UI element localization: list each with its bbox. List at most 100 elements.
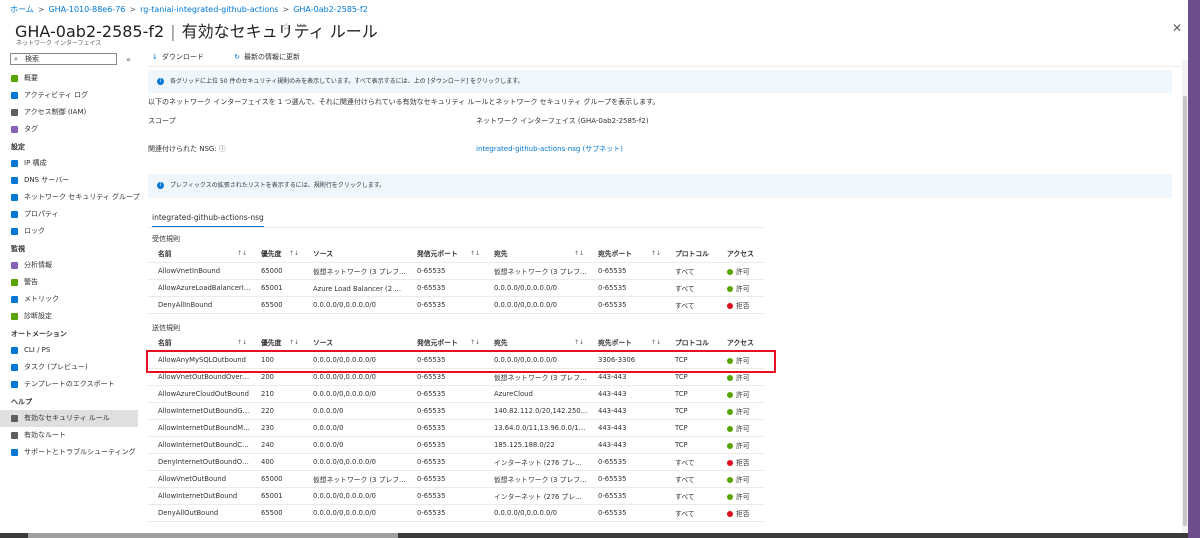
column-header[interactable]: 宛先ポート ↑↓ <box>588 334 665 352</box>
sidebar-item[interactable]: IP 構成 <box>0 155 138 172</box>
table-row[interactable]: AllowInternetOutBoundMicr... 230 0.0.0.0/0… <box>148 419 764 437</box>
scrollbar-thumb[interactable] <box>1183 96 1187 526</box>
column-header[interactable]: 名前 ↑↓ <box>148 245 251 263</box>
table-row[interactable]: DenyInternetOutBoundOve... 400 0.0.0.0/0,0… <box>148 453 764 471</box>
table-row[interactable]: DenyAllOutBound 65500 0.0.0.0/0,0.0.0.0/0 0… <box>148 504 764 522</box>
sidebar-item[interactable]: アクティビティ ログ <box>0 87 138 104</box>
sort-icon[interactable]: ↑↓ <box>237 339 247 346</box>
table-cell: すべて <box>665 504 717 522</box>
table-row[interactable]: AllowInternetOutBoundGitH... 220 0.0.0.0/0… <box>148 402 764 420</box>
sidebar-item[interactable]: 診断設定 <box>0 308 138 325</box>
horizontal-scrollbar[interactable] <box>0 533 1188 538</box>
sidebar-item[interactable]: 有効なセキュリティ ルール <box>0 410 138 427</box>
cell-text: 仮想ネットワーク (3 プレフィックス) <box>494 475 588 484</box>
download-button[interactable]: ↓ ダウンロード <box>152 53 218 61</box>
sort-icon[interactable]: ↑↓ <box>470 250 480 257</box>
column-header[interactable]: ソース <box>303 334 407 352</box>
column-header[interactable]: 発信元ポート ↑↓ <box>407 245 484 263</box>
sort-icon[interactable]: ↑↓ <box>237 250 247 257</box>
table-cell: Azure Load Balancer (2 プレ... <box>303 279 407 297</box>
close-icon[interactable]: ✕ <box>1172 21 1182 35</box>
breadcrumb-home[interactable]: ホーム <box>10 5 34 14</box>
sidebar-item-label: ネットワーク セキュリティ グループ <box>24 193 140 201</box>
table-row[interactable]: AllowInternetOutBoundCan... 240 0.0.0.0/0 0… <box>148 436 764 454</box>
cell-text: 0-65535 <box>417 266 446 275</box>
sidebar-item[interactable]: 概要 <box>0 70 138 87</box>
sort-icon[interactable]: ↑↓ <box>289 250 299 257</box>
table-cell: 65001 <box>251 279 303 297</box>
table-row[interactable]: DenyAllInBound 65500 0.0.0.0/0,0.0.0.0/0 0-… <box>148 296 764 314</box>
sort-icon[interactable]: ↑↓ <box>574 339 584 346</box>
column-header[interactable]: アクセス <box>717 245 764 263</box>
sidebar-item[interactable]: 有効なルート <box>0 427 138 444</box>
sidebar-item[interactable]: CLI / PS <box>0 342 138 359</box>
column-header[interactable]: 名前 ↑↓ <box>148 334 251 352</box>
column-header[interactable]: 優先度 ↑↓ <box>251 245 303 263</box>
table-cell: AllowAzureLoadBalancerIn... <box>148 279 251 297</box>
sidebar-item[interactable]: 分析情報 <box>0 257 138 274</box>
sidebar-item[interactable]: サポートとトラブルシューティング <box>0 444 138 461</box>
table-row[interactable]: AllowAzureCloudOutBound 210 0.0.0.0/0,0.0.… <box>148 385 764 403</box>
favorite-star-icon[interactable]: ☆ <box>282 22 291 33</box>
column-header[interactable]: ソース <box>303 245 407 263</box>
sort-icon[interactable]: ↑↓ <box>651 339 661 346</box>
sort-icon[interactable]: ↑↓ <box>651 250 661 257</box>
cell-text: DenyAllOutBound <box>158 508 219 517</box>
collapse-sidebar-icon[interactable]: « <box>126 55 131 64</box>
breadcrumb-resource-group[interactable]: rg-taniai-integrated-github-actions <box>140 5 278 14</box>
cell-text: 0-65535 <box>598 508 627 517</box>
more-options-icon[interactable]: ··· <box>296 20 306 31</box>
table-row[interactable]: AllowVnetOutBound 65000 仮想ネットワーク (3 プレフィック… <box>148 470 764 488</box>
sidebar-item[interactable]: アクセス制御 (IAM) <box>0 104 138 121</box>
sidebar-item[interactable]: プロパティ <box>0 206 138 223</box>
breadcrumb-resource-1[interactable]: GHA-1010-88e6-76 <box>48 5 125 14</box>
column-header[interactable]: 発信元ポート ↑↓ <box>407 334 484 352</box>
info-circle-icon[interactable]: ⓘ <box>219 145 226 153</box>
sidebar-section-title: 設定 <box>11 143 25 151</box>
allow-status-icon <box>727 268 733 275</box>
scrollbar-thumb[interactable] <box>28 533 398 538</box>
sidebar-item[interactable]: DNS サーバー <box>0 172 138 189</box>
tab-nsg[interactable]: integrated-github-actions-nsg <box>152 213 264 228</box>
cell-text: TCP <box>675 372 688 381</box>
sidebar-item[interactable]: ネットワーク セキュリティ グループ <box>0 189 140 206</box>
table-cell: DenyAllOutBound <box>148 504 251 522</box>
sidebar-search-input[interactable]: ⌕ 検索 <box>10 53 117 65</box>
table-row[interactable]: AllowVnetInBound 65000 仮想ネットワーク (3 プレフィックス… <box>148 262 764 280</box>
refresh-button[interactable]: ↻ 最新の情報に更新 <box>234 53 314 61</box>
table-cell: TCP <box>665 436 717 454</box>
cell-text: 拒否 <box>736 458 750 467</box>
column-header[interactable]: 宛先ポート ↑↓ <box>588 245 665 263</box>
column-header[interactable]: 優先度 ↑↓ <box>251 334 303 352</box>
sidebar-item[interactable]: メトリック <box>0 291 138 308</box>
sidebar-item[interactable]: 警告 <box>0 274 138 291</box>
cell-text: 0-65535 <box>417 283 446 292</box>
table-cell: 0-65535 <box>588 279 665 297</box>
resource-type: ネットワーク インターフェイス <box>16 40 102 47</box>
column-header[interactable]: 宛先 ↑↓ <box>484 245 588 263</box>
column-header[interactable]: プロトコル <box>665 334 717 352</box>
sort-icon[interactable]: ↑↓ <box>574 250 584 257</box>
sidebar-item[interactable]: ロック <box>0 223 138 240</box>
sidebar-item-icon <box>11 228 18 235</box>
sort-icon[interactable]: ↑↓ <box>289 339 299 346</box>
sidebar-item[interactable]: タスク (プレビュー) <box>0 359 138 376</box>
sidebar-item-label: 分析情報 <box>24 261 52 269</box>
column-header[interactable]: 宛先 ↑↓ <box>484 334 588 352</box>
cell-text: 185.125.188.0/22 <box>494 440 555 449</box>
nsg-link[interactable]: integrated-github-actions-nsg (サブネット) <box>476 144 623 154</box>
sidebar-item-icon <box>11 381 18 388</box>
sidebar-item-icon <box>11 194 18 201</box>
table-row[interactable]: AllowAzureLoadBalancerIn... 65001 Azure Lo… <box>148 279 764 297</box>
column-header[interactable]: プロトコル <box>665 245 717 263</box>
breadcrumb-current[interactable]: GHA-0ab2-2585-f2 <box>293 5 368 14</box>
sidebar-item-icon <box>11 75 18 82</box>
column-header[interactable]: アクセス <box>717 334 764 352</box>
table-row[interactable]: AllowInternetOutBound 65001 0.0.0.0/0,0.0.… <box>148 487 764 505</box>
sidebar-item[interactable]: タグ <box>0 121 138 138</box>
table-cell: 拒否 <box>717 296 764 314</box>
allow-status-icon <box>727 408 733 415</box>
sort-icon[interactable]: ↑↓ <box>470 339 480 346</box>
sidebar-item[interactable]: テンプレートのエクスポート <box>0 376 138 393</box>
cell-text: すべて <box>675 284 695 293</box>
